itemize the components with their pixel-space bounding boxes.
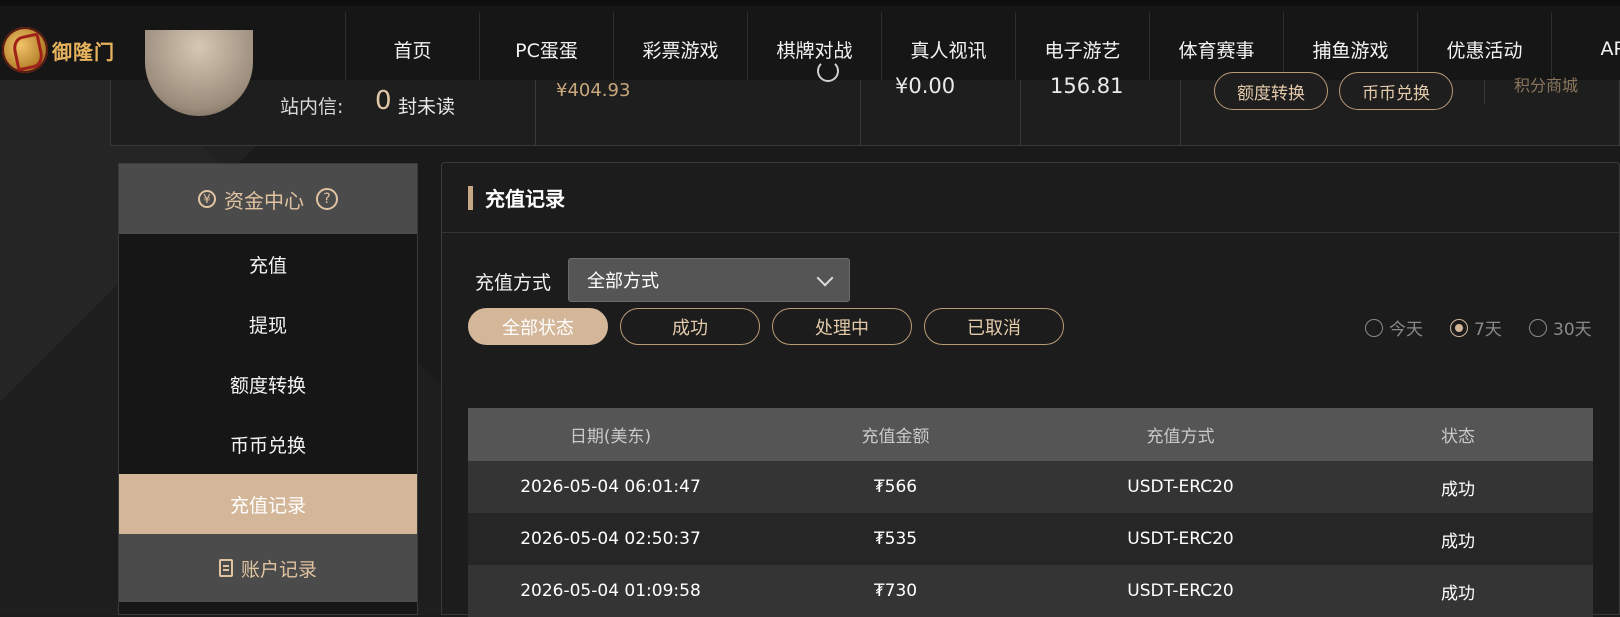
- help-icon[interactable]: ?: [316, 188, 338, 210]
- chevron-down-icon: [816, 269, 834, 287]
- sidebar-header-label: 资金中心: [224, 188, 304, 213]
- cell-status: 成功: [1441, 583, 1475, 604]
- records-table: 日期(美东) 充值金额 充值方式 状态 2026-05-04 06:01:47 …: [468, 408, 1593, 617]
- summary-divider: [1180, 80, 1181, 146]
- cell-method: USDT-ERC20: [1127, 529, 1234, 549]
- sidebar: ¥ 资金中心 ? 充值 提现 额度转换 币币兑换 充值记录 账户记录: [118, 163, 418, 615]
- radio-dot: [1529, 318, 1547, 337]
- yen-icon: ¥: [198, 190, 216, 208]
- table-row[interactable]: 2026-05-04 02:50:37 ₮535 USDT-ERC20 成功: [468, 513, 1593, 565]
- points-mall-link[interactable]: 积分商城: [1514, 72, 1578, 96]
- refresh-icon[interactable]: [817, 60, 839, 82]
- nav-lottery[interactable]: 彩票游戏: [613, 12, 747, 86]
- cell-amount: ₮535: [873, 529, 918, 549]
- col-date: 日期(美东): [569, 427, 652, 447]
- sidebar-item-deposit-records[interactable]: 充值记录: [119, 474, 417, 534]
- summary-divider: [1020, 80, 1021, 146]
- brand-logo[interactable]: 御隆门: [2, 20, 120, 80]
- cell-method: USDT-ERC20: [1127, 477, 1234, 497]
- inbox-unread-text: 封未读: [398, 96, 456, 118]
- col-method: 充值方式: [1146, 427, 1215, 447]
- sidebar-item-deposit[interactable]: 充值: [119, 234, 417, 294]
- status-all-button[interactable]: 全部状态: [468, 308, 608, 345]
- logo-icon: [2, 27, 48, 73]
- cell-date: 2026-05-04 02:50:37: [520, 529, 701, 549]
- inbox-count[interactable]: 0: [375, 86, 392, 116]
- balance-second: ¥0.00: [895, 74, 956, 98]
- range-30days-radio[interactable]: 30天: [1529, 315, 1592, 340]
- balance-third: 156.81: [1050, 74, 1124, 98]
- nav-home[interactable]: 首页: [345, 12, 479, 86]
- range-7days-radio[interactable]: 7天: [1450, 315, 1502, 340]
- cell-amount: ₮566: [873, 477, 918, 497]
- cell-date: 2026-05-04 01:09:58: [520, 581, 701, 601]
- cell-status: 成功: [1441, 531, 1475, 552]
- method-select-value: 全部方式: [587, 271, 659, 292]
- range-7days-label: 7天: [1474, 320, 1502, 340]
- table-row[interactable]: 2026-05-04 01:09:58 ₮730 USDT-ERC20 成功: [468, 565, 1593, 617]
- sidebar-account-records[interactable]: 账户记录: [119, 534, 417, 602]
- status-processing-button[interactable]: 处理中: [772, 308, 912, 345]
- cell-status: 成功: [1441, 479, 1475, 500]
- summary-divider: [860, 80, 861, 146]
- document-icon: [218, 559, 233, 577]
- col-status: 状态: [1441, 427, 1475, 447]
- status-cancelled-button[interactable]: 已取消: [924, 308, 1064, 345]
- method-label: 充值方式: [475, 272, 552, 294]
- transfer-button[interactable]: 额度转换: [1214, 72, 1328, 110]
- brand-name: 御隆门: [52, 39, 115, 64]
- coin-exchange-button[interactable]: 币币兑换: [1339, 72, 1453, 110]
- range-30days-label: 30天: [1553, 320, 1592, 340]
- table-row[interactable]: 2026-05-04 06:01:47 ₮566 USDT-ERC20 成功: [468, 461, 1593, 513]
- inbox-label: 站内信:: [280, 96, 344, 118]
- range-today-radio[interactable]: 今天: [1365, 315, 1423, 340]
- balance-main: ¥404.93: [556, 80, 631, 101]
- sidebar-item-withdraw[interactable]: 提现: [119, 294, 417, 354]
- summary-divider: [535, 80, 536, 146]
- col-amount: 充值金额: [861, 427, 930, 447]
- page-title: 充值记录: [485, 187, 565, 211]
- table-header: 日期(美东) 充值金额 充值方式 状态: [468, 408, 1593, 461]
- cell-method: USDT-ERC20: [1127, 581, 1234, 601]
- status-success-button[interactable]: 成功: [620, 308, 760, 345]
- range-today-label: 今天: [1389, 320, 1423, 340]
- sidebar-item-coin-exchange[interactable]: 币币兑换: [119, 414, 417, 474]
- method-select[interactable]: 全部方式: [568, 258, 850, 302]
- radio-dot: [1365, 318, 1383, 337]
- title-accent-bar: [468, 185, 473, 210]
- nav-chess-cards[interactable]: 棋牌对战: [747, 12, 881, 86]
- sidebar-account-records-label: 账户记录: [240, 558, 317, 581]
- panel-header: 充值记录: [442, 163, 1619, 233]
- summary-divider: [1484, 80, 1485, 104]
- cell-amount: ₮730: [873, 581, 918, 601]
- nav-pc-eggs[interactable]: PC蛋蛋: [479, 12, 613, 86]
- sidebar-item-transfer[interactable]: 额度转换: [119, 354, 417, 414]
- cell-date: 2026-05-04 06:01:47: [520, 477, 701, 497]
- sidebar-header[interactable]: ¥ 资金中心 ?: [119, 164, 417, 234]
- radio-dot: [1450, 318, 1468, 337]
